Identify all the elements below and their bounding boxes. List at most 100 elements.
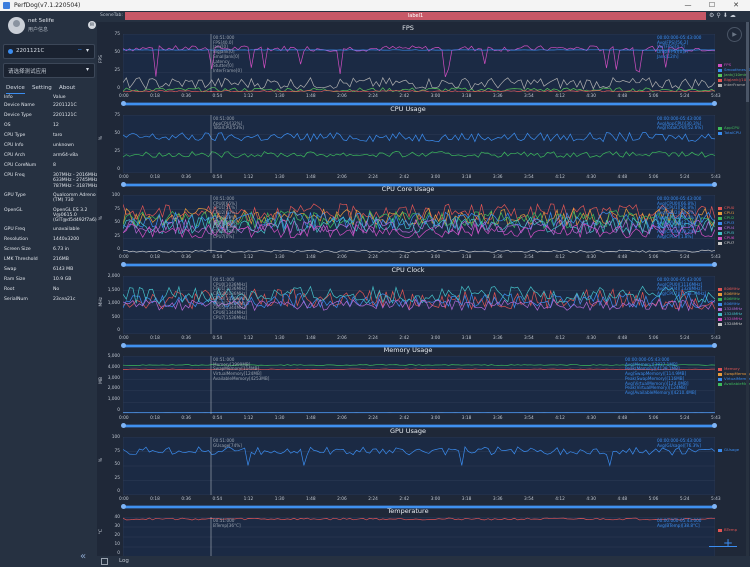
x-tick-label: 3:00 (430, 94, 441, 99)
y-tick-label: 50 (114, 50, 120, 55)
scrollbar-thumb[interactable] (746, 22, 749, 102)
x-tick-label: 0:18 (150, 416, 160, 421)
x-tick-label: 4:48 (617, 175, 628, 180)
close-button[interactable]: ✕ (724, 1, 748, 10)
tab-device[interactable]: Device (6, 83, 25, 94)
cursor-readout: 00:51:000 FPS[40.0] Jank[0] BigJank[0] S… (213, 35, 242, 73)
x-tick-label: 4:30 (586, 175, 597, 180)
x-tick-label: 3:36 (492, 336, 503, 341)
x-tick-label: 1:48 (305, 497, 316, 502)
x-tick-label: 2:42 (399, 175, 410, 180)
x-tick-label: 3:36 (492, 255, 503, 260)
x-tick-label: 2:24 (368, 255, 378, 260)
x-tick-label: 0:54 (212, 336, 223, 341)
y-axis-label: % (99, 136, 104, 141)
chart-plot[interactable] (123, 115, 715, 173)
wifi-icon: ⌔ (77, 48, 83, 55)
x-tick-label: 5:43 (711, 94, 721, 99)
x-tick-label: 2:06 (337, 255, 347, 260)
x-tick-label: 2:24 (368, 416, 378, 421)
tab-about[interactable]: About (59, 83, 75, 93)
x-tick-label: 5:24 (679, 94, 690, 99)
x-tick-label: 0:18 (150, 497, 160, 502)
info-value: 6.73 in (53, 247, 69, 253)
legend-item[interactable]: CPU7 (718, 240, 734, 245)
x-tick-label: 1:12 (243, 94, 254, 99)
log-label[interactable]: Log (119, 558, 129, 564)
sidebar-tabs: Device Setting About (0, 82, 97, 94)
x-tick-label: 1:48 (305, 94, 316, 99)
y-tick-label: 1,000 (107, 301, 120, 306)
avatar[interactable] (8, 17, 25, 34)
x-tick-label: 3:00 (430, 497, 441, 502)
maximize-button[interactable]: ☐ (700, 1, 724, 10)
legend-item[interactable]: 1324MHz (718, 321, 742, 326)
legend-item[interactable]: GUsage (718, 447, 739, 452)
cursor-readout: 00:51:000 AppCPU[32%] TotalCPU[53%] (213, 116, 244, 131)
play-icon[interactable]: ▶ (727, 27, 742, 42)
chart-plot[interactable] (123, 195, 715, 253)
chart-title: CPU Core Usage (381, 185, 435, 193)
info-value: 6143 MB (53, 267, 74, 273)
chart-panel-fps: FPS FPS 75 50 25 0 00:51:000 FPS[40.0] Jank[0]… (97, 24, 750, 112)
chart-title: CPU Clock (391, 266, 425, 274)
x-tick-label: 2:42 (399, 336, 410, 341)
legend-item[interactable]: BTemp (718, 527, 737, 532)
chart-plot[interactable] (123, 34, 715, 92)
range-stats: 00:00:000-05:43:000 Avg(CPU0)[1116MHz] A… (657, 277, 707, 297)
y-tick-label: 25 (114, 233, 120, 239)
x-tick-label: 2:24 (368, 94, 378, 99)
chart-panel-cpu-clock: CPU Clock MHz 2,000 1,500 1,000 500 0 00:51:000… (97, 266, 742, 354)
x-tick-label: 4:48 (617, 336, 628, 341)
x-tick-label: 5:06 (648, 497, 659, 502)
collapse-sidebar-icon[interactable]: « (80, 551, 86, 562)
x-tick-label: 3:54 (524, 175, 534, 180)
x-tick-label: 3:18 (461, 497, 472, 502)
add-icon[interactable]: + (723, 536, 733, 550)
info-value: unknown (53, 143, 74, 148)
footer: Log (97, 556, 750, 567)
y-tick-label: 500 (111, 314, 120, 320)
y-tick-label: 50 (114, 131, 120, 136)
info-key: Device Type (4, 113, 32, 118)
x-tick-label: 1:30 (274, 416, 285, 421)
chart-plot[interactable] (123, 437, 715, 495)
chart-plot[interactable] (123, 276, 715, 334)
x-tick-label: 3:36 (492, 497, 503, 502)
minimize-button[interactable]: — (676, 1, 700, 10)
device-select[interactable]: 2201121C ⌔ ▾ (3, 44, 95, 59)
x-tick-label: 3:00 (430, 416, 441, 421)
chart-legend: BTemp (718, 527, 737, 532)
info-header: Info (4, 95, 13, 100)
legend-label: TotalCPU (724, 130, 741, 135)
toolbar-icons[interactable]: ⚙⚲⬇☁ (709, 12, 738, 19)
legend-label: CPU7 (724, 240, 735, 245)
legend-swatch (718, 382, 722, 386)
x-tick-label: 1:48 (305, 255, 316, 260)
app-select[interactable]: 请选择测试应用 ▾ (3, 63, 95, 78)
info-key: CPU CoreNum (4, 163, 37, 168)
chart-legend: CPU0 CPU1 CPU2 CPU3 CPU4 CPU5 CPU6 CPU7 (718, 205, 734, 245)
device-select-value: 2201121C (16, 48, 45, 54)
y-tick-label: 5,000 (107, 354, 120, 359)
legend-swatch (718, 448, 722, 452)
range-stats: 00:00:000-05:43:000 Avg(Memory)[3837.1MB… (625, 357, 697, 395)
chart-plot[interactable] (123, 517, 715, 556)
x-tick-label: 5:24 (679, 416, 690, 421)
x-tick-label: 0:18 (150, 336, 160, 341)
scene-label[interactable]: label1 (125, 12, 706, 20)
x-tick-label: 2:06 (337, 94, 347, 99)
x-tick-label: 4:48 (617, 497, 628, 502)
info-key: CPU Info (4, 143, 24, 148)
tab-setting[interactable]: Setting (32, 83, 52, 93)
message-icon[interactable]: ✉ (88, 21, 96, 29)
x-tick-label: 2:24 (368, 175, 378, 180)
legend-item[interactable]: TotalCPU (718, 130, 741, 135)
x-tick-label: 3:54 (524, 497, 534, 502)
user-center-link[interactable]: 用户信息 (28, 26, 48, 33)
cursor-readout: 00:51:000 GUsage[74%] (213, 438, 242, 448)
x-tick-label: 2:06 (337, 336, 347, 341)
x-tick-label: 4:12 (555, 255, 565, 260)
scrollbar[interactable] (746, 22, 749, 556)
log-icon[interactable] (101, 558, 108, 565)
